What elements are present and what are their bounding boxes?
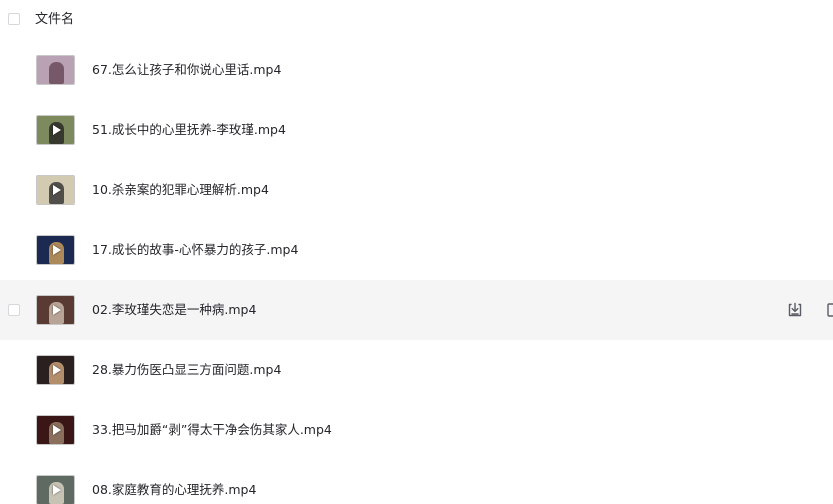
file-list: 67.怎么让孩子和你说心里话.mp4 51.成长中的心里抚养-李玫瑾.mp4 10.… xyxy=(0,40,833,504)
select-all-checkbox[interactable] xyxy=(8,13,20,25)
video-thumbnail[interactable] xyxy=(36,295,75,325)
file-row[interactable]: 28.暴力伤医凸显三方面问题.mp4 xyxy=(0,340,833,400)
file-row-checkbox[interactable] xyxy=(8,304,20,316)
play-icon xyxy=(52,485,61,495)
file-row[interactable]: 67.怎么让孩子和你说心里话.mp4 xyxy=(0,40,833,100)
video-thumbnail[interactable] xyxy=(36,415,75,445)
file-name[interactable]: 08.家庭教育的心理抚养.mp4 xyxy=(92,481,256,499)
column-header-filename[interactable]: 文件名 xyxy=(35,11,74,29)
play-icon xyxy=(52,425,61,435)
file-name[interactable]: 51.成长中的心里抚养-李玫瑾.mp4 xyxy=(92,121,286,139)
video-thumbnail[interactable] xyxy=(36,355,75,385)
file-list-page: 文件名 67.怎么让孩子和你说心里话.mp4 51.成长中的心里抚养-李玫瑾.mp… xyxy=(0,0,833,504)
file-name[interactable]: 28.暴力伤医凸显三方面问题.mp4 xyxy=(92,361,281,379)
file-row[interactable]: 10.杀亲案的犯罪心理解析.mp4 xyxy=(0,160,833,220)
play-icon xyxy=(52,125,61,135)
file-name[interactable]: 10.杀亲案的犯罪心理解析.mp4 xyxy=(92,181,269,199)
video-thumbnail[interactable] xyxy=(36,175,75,205)
file-row[interactable]: 08.家庭教育的心理抚养.mp4 xyxy=(0,460,833,504)
file-row[interactable]: 51.成长中的心里抚养-李玫瑾.mp4 xyxy=(0,100,833,160)
video-thumbnail[interactable] xyxy=(36,115,75,145)
download-icon[interactable] xyxy=(786,301,804,319)
file-row[interactable]: 17.成长的故事-心怀暴力的孩子.mp4 xyxy=(0,220,833,280)
play-icon xyxy=(52,245,61,255)
file-row[interactable]: 33.把马加爵“剥”得太干净会伤其家人.mp4 xyxy=(0,400,833,460)
play-icon xyxy=(52,305,61,315)
play-icon xyxy=(52,185,61,195)
file-name[interactable]: 67.怎么让孩子和你说心里话.mp4 xyxy=(92,61,281,79)
play-icon xyxy=(52,365,61,375)
video-thumbnail[interactable] xyxy=(36,55,75,85)
video-thumbnail[interactable] xyxy=(36,235,75,265)
file-name[interactable]: 17.成长的故事-心怀暴力的孩子.mp4 xyxy=(92,241,298,259)
video-thumbnail[interactable] xyxy=(36,475,75,504)
file-row[interactable]: 02.李玫瑾失恋是一种病.mp4 xyxy=(0,280,833,340)
copy-icon[interactable] xyxy=(825,301,833,319)
file-name[interactable]: 02.李玫瑾失恋是一种病.mp4 xyxy=(92,301,256,319)
file-name[interactable]: 33.把马加爵“剥”得太干净会伤其家人.mp4 xyxy=(92,421,332,439)
file-list-header: 文件名 xyxy=(0,0,833,40)
